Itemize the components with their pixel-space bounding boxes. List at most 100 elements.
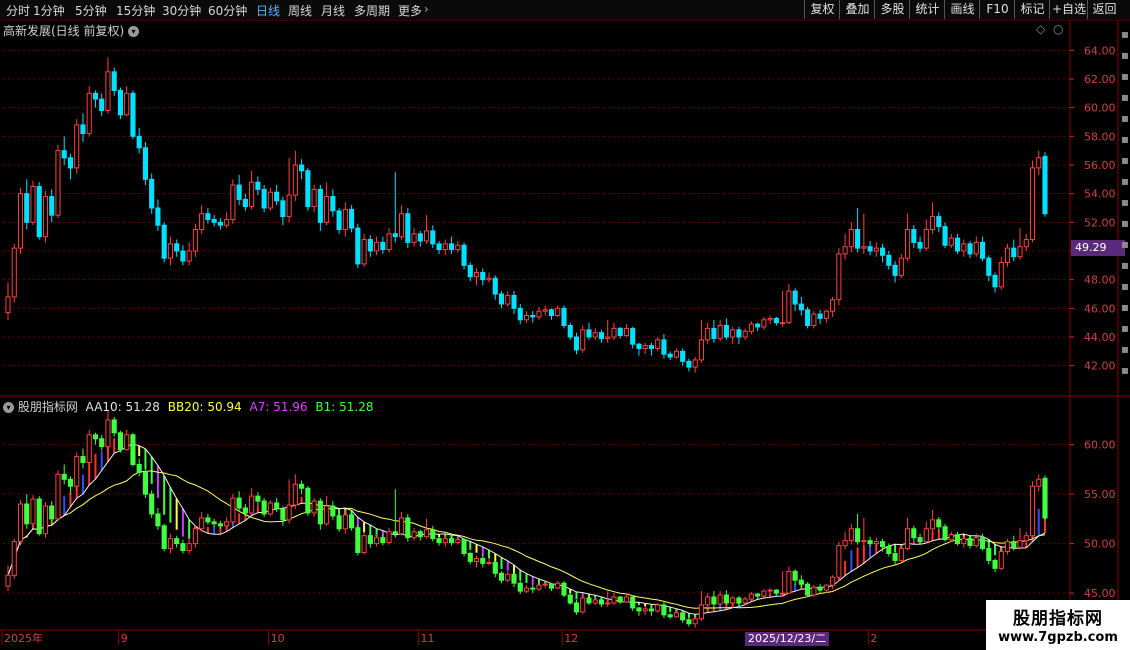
indicator-candle (17, 503, 24, 543)
indicator-candle (867, 540, 873, 545)
indicator-candle (655, 604, 661, 612)
watermark-url: www.7gpzb.com (998, 630, 1118, 645)
x-axis-label: 12 (564, 632, 578, 645)
y-tick-label-main: 56.00 (1084, 159, 1116, 172)
candle (492, 277, 498, 295)
candle (367, 239, 373, 252)
indicator-candle (180, 543, 186, 552)
indicator-candle (80, 456, 86, 463)
indicator-candle (530, 587, 536, 590)
candle (174, 243, 180, 252)
indicator-candle (480, 557, 486, 564)
y-tick-label-main: 44.00 (1084, 331, 1116, 344)
y-tick-label-main: 58.00 (1084, 130, 1116, 143)
candle (86, 92, 92, 134)
indicator-candle (798, 579, 804, 585)
side-panel-strip[interactable]: ▪ ▪ ▪ ▪ ▪ ▪ ▪ ▪ ▪ ▪ ▪ ▪ ▪ ▪ ▪ ▪ ▪ (1120, 24, 1130, 394)
indicator-candle (174, 538, 180, 545)
indicator-candle (336, 515, 342, 530)
candle (442, 243, 448, 251)
indicator-candle (311, 500, 317, 514)
candle (648, 345, 655, 349)
candle (805, 309, 811, 327)
candle (992, 274, 998, 288)
indicator-candle (692, 618, 698, 625)
candle (979, 241, 986, 259)
indicator-candle (911, 528, 917, 539)
candle (642, 345, 648, 349)
indicator-candle (630, 596, 636, 609)
candle (705, 327, 711, 341)
candle (742, 330, 748, 338)
candle (536, 310, 542, 318)
candle (236, 184, 242, 200)
candle (867, 246, 873, 252)
indicator-candle (880, 541, 886, 548)
chevron-down-icon[interactable]: ▾ (128, 26, 140, 37)
indicator-candle (811, 586, 817, 596)
indicator-candle (142, 471, 148, 495)
indicator-legend: ▾ 股朋指标网 AA10: 51.28 BB20: 50.94 A7: 51.9… (3, 398, 373, 415)
candle (761, 319, 767, 328)
y-tick-label-main: 42.00 (1084, 360, 1116, 373)
indicator-candle (205, 517, 211, 523)
candle (792, 290, 798, 305)
indicator-candle (486, 561, 492, 564)
indicator-candle (361, 535, 367, 554)
indicator-candle (973, 537, 979, 547)
candle (448, 243, 455, 251)
indicator-candle (467, 553, 473, 562)
candle (436, 243, 442, 251)
indicator-candle (236, 497, 242, 509)
indicator-candle (573, 602, 580, 613)
indicator-candle (267, 502, 273, 515)
x-axis-label: 2 (870, 632, 877, 645)
indicator-candle (673, 612, 679, 618)
indicator-candle (705, 596, 711, 606)
candle (811, 313, 817, 327)
candle (723, 325, 729, 338)
indicator-candle (249, 495, 255, 514)
candle (130, 92, 136, 137)
indicator-candle (661, 604, 667, 616)
indicator-candle (948, 534, 954, 541)
candle (886, 254, 892, 266)
stock-title-label: 高新发展(日线 前复权) (3, 24, 125, 38)
candle (324, 196, 330, 223)
candle (730, 329, 736, 338)
candle (117, 89, 124, 116)
indicator-candle (711, 596, 717, 605)
diamond-icon[interactable]: ◇ (1036, 22, 1045, 36)
candle (986, 257, 992, 276)
indicator-candle (398, 517, 405, 535)
indicator-candle (723, 594, 729, 604)
candle (186, 250, 192, 262)
candle (973, 241, 979, 255)
candle (617, 327, 623, 337)
indicator-candle (111, 419, 117, 434)
indicator-candle (1042, 477, 1048, 519)
candle (523, 315, 530, 321)
indicator-candle (979, 537, 986, 550)
circle-icon[interactable]: ○ (1053, 22, 1063, 36)
candle (24, 193, 30, 223)
kline-chart[interactable]: 64.00 62.00 60.00 58.00 56.00 54.00 52.00 50.00… (0, 0, 1130, 650)
candle (161, 224, 167, 259)
indicator-candle (855, 528, 861, 543)
indicator-candle (423, 529, 430, 538)
candle (773, 317, 779, 324)
candle (267, 191, 273, 209)
candle (917, 241, 923, 249)
candle (1042, 155, 1048, 215)
chevron-down-icon[interactable]: ▾ (3, 402, 14, 413)
indicator-candle (542, 583, 548, 586)
indicator-candle (136, 463, 142, 473)
stock-title: 高新发展(日线 前复权) ▾ (3, 22, 140, 39)
indicator-candle (161, 525, 167, 550)
indicator-candle (598, 599, 605, 605)
indicator-candle (967, 538, 973, 547)
y-tick-label-indicator: 45.00 (1084, 587, 1116, 600)
candle (249, 181, 255, 208)
candle (842, 246, 848, 255)
candle (942, 226, 948, 246)
